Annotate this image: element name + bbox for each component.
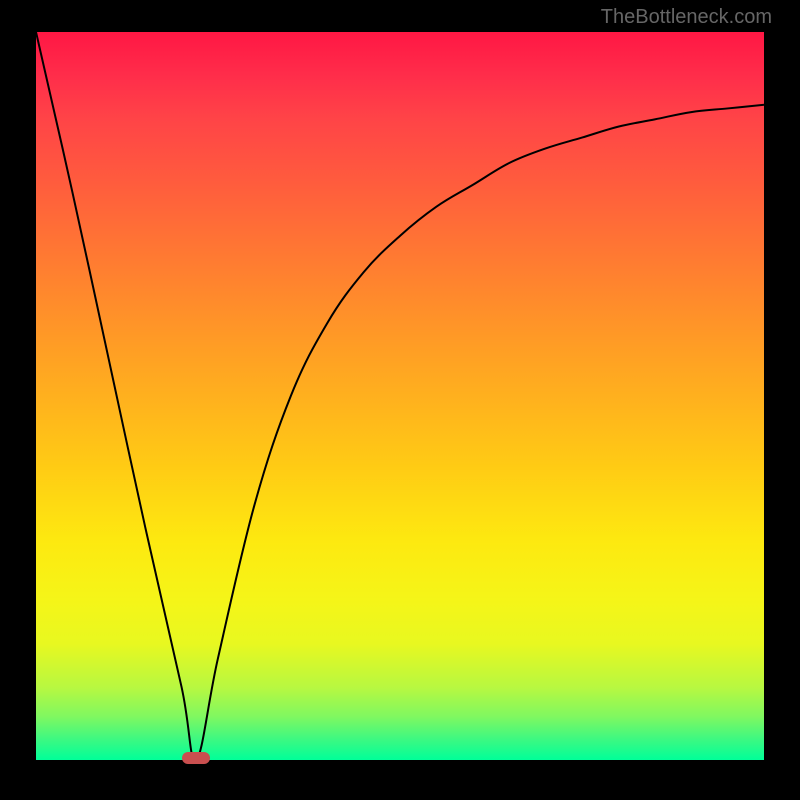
minimum-marker [182, 752, 210, 764]
bottleneck-curve-path [36, 32, 764, 760]
watermark-text: TheBottleneck.com [601, 6, 772, 29]
curve-svg [36, 32, 764, 760]
chart-container: TheBottleneck.com [0, 0, 800, 800]
